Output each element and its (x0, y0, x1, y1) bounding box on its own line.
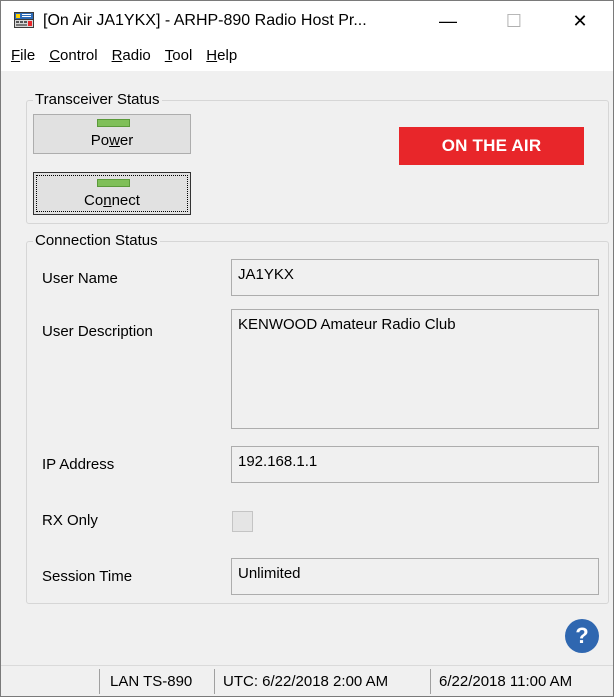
title-bar: [On Air JA1YKX] - ARHP-890 Radio Host Pr… (1, 1, 613, 41)
user-name-label: User Name (42, 270, 118, 287)
power-button[interactable]: Power (33, 114, 191, 154)
close-icon: ✕ (572, 10, 588, 31)
menu-radio[interactable]: Radio (105, 41, 158, 71)
menu-control[interactable]: Control (42, 41, 104, 71)
on-air-banner: ON THE AIR (399, 127, 584, 165)
session-time-field[interactable]: Unlimited (231, 558, 599, 595)
connect-button[interactable]: Connect (33, 172, 191, 215)
radio-host-icon (14, 12, 34, 28)
ip-address-label: IP Address (42, 456, 115, 473)
status-separator (430, 669, 431, 694)
status-utc-time: UTC: 6/22/2018 2:00 AM (223, 673, 389, 690)
menu-file[interactable]: File (4, 41, 42, 71)
rx-only-label: RX Only (42, 512, 98, 529)
rx-only-checkbox[interactable] (232, 511, 253, 532)
status-local-time: 6/22/2018 11:00 AM (439, 673, 573, 690)
connect-button-label: Connect (84, 192, 140, 209)
window-title: [On Air JA1YKX] - ARHP-890 Radio Host Pr… (43, 12, 367, 29)
maximize-icon: ☐ (505, 10, 523, 31)
minimize-icon: — (439, 10, 457, 31)
ip-address-field[interactable]: 192.168.1.1 (231, 446, 599, 483)
status-bar: LAN TS-890 UTC: 6/22/2018 2:00 AM 6/22/2… (1, 665, 613, 696)
app-window: [On Air JA1YKX] - ARHP-890 Radio Host Pr… (0, 0, 614, 697)
user-name-field[interactable]: JA1YKX (231, 259, 599, 296)
connect-led-indicator (97, 179, 130, 187)
status-separator (99, 669, 100, 694)
menu-tool[interactable]: Tool (158, 41, 200, 71)
close-button[interactable]: ✕ (557, 1, 603, 41)
status-separator (214, 669, 215, 694)
transceiver-status-title: Transceiver Status (33, 91, 162, 109)
menu-bar: File Control Radio Tool Help (1, 41, 613, 71)
power-led-indicator (97, 119, 130, 127)
help-icon[interactable]: ? (565, 619, 599, 653)
menu-help[interactable]: Help (199, 41, 244, 71)
status-device: LAN TS-890 (110, 673, 193, 690)
session-time-label: Session Time (42, 568, 133, 585)
user-description-field[interactable]: KENWOOD Amateur Radio Club (231, 309, 599, 429)
user-description-label: User Description (42, 323, 153, 340)
connection-status-title: Connection Status (33, 232, 160, 250)
maximize-button[interactable]: ☐ (491, 1, 537, 41)
power-button-label: Power (90, 132, 134, 149)
minimize-button[interactable]: — (425, 1, 471, 41)
